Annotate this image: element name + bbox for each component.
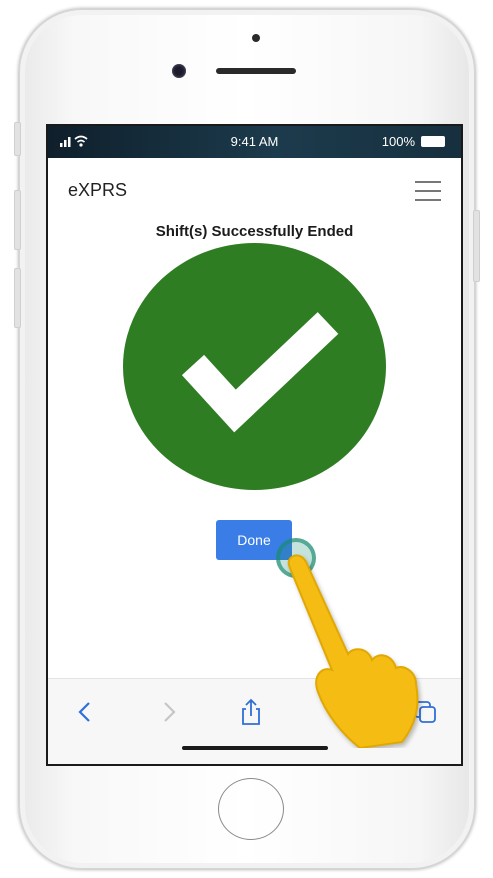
forward-icon[interactable] xyxy=(154,697,184,727)
front-camera xyxy=(172,64,186,78)
app-title: eXPRS xyxy=(68,180,128,200)
mute-switch xyxy=(14,122,21,156)
pointer-hand-icon xyxy=(287,554,419,748)
hamburger-menu-icon[interactable] xyxy=(415,181,441,201)
screen: 9:41 AM 100% eXPRS Shift(s) Successfully… xyxy=(46,124,463,766)
power-button xyxy=(473,210,480,282)
home-button[interactable] xyxy=(218,778,284,840)
share-icon[interactable] xyxy=(236,697,266,727)
volume-down-button xyxy=(14,268,21,328)
proximity-sensor xyxy=(252,34,260,42)
page-heading: Shift(s) Successfully Ended xyxy=(155,223,354,240)
volume-up-button xyxy=(14,190,21,250)
battery-percent: 100% xyxy=(381,134,415,149)
success-badge xyxy=(123,243,386,490)
checkmark-icon xyxy=(181,312,339,433)
battery-icon xyxy=(421,136,445,147)
earpiece-speaker xyxy=(216,68,296,74)
status-bar: 9:41 AM 100% xyxy=(48,126,461,158)
back-icon[interactable] xyxy=(70,697,100,727)
